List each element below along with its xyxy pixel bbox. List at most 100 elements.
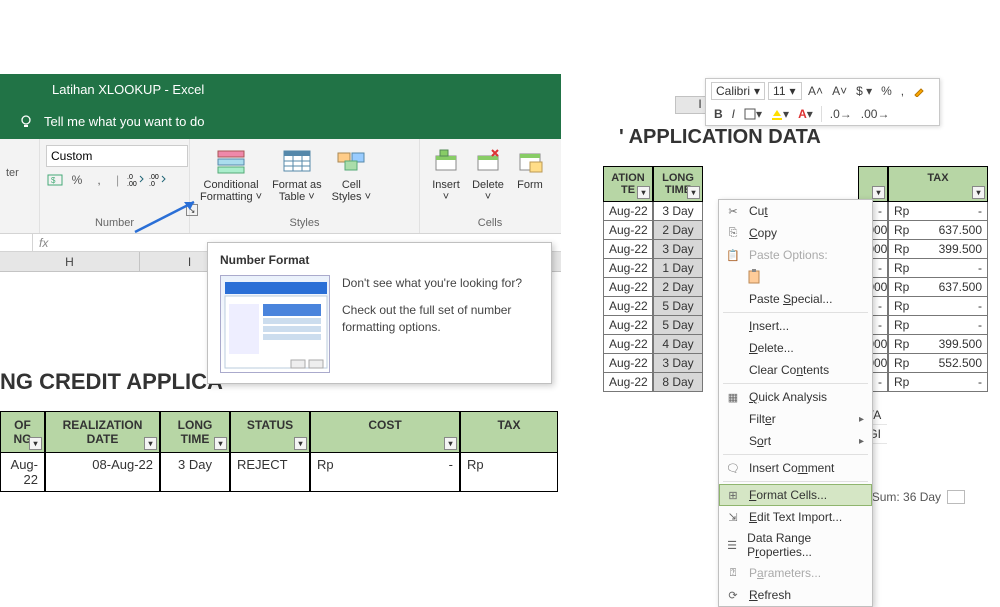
ctx-cut[interactable]: ✂Cut — [719, 200, 872, 222]
cell-long[interactable]: 4 Day — [653, 335, 703, 354]
delete-cells-button[interactable]: Delete˅ — [468, 143, 508, 205]
mini-font-color-icon[interactable]: A▾ — [795, 106, 816, 122]
ctx-paste-special[interactable]: Paste Special... — [719, 288, 872, 310]
increase-decimal-icon[interactable]: .0.00 — [127, 171, 145, 189]
tell-me-bar[interactable]: Tell me what you want to do — [0, 104, 561, 139]
cell-tax[interactable]: Rp- — [888, 373, 988, 392]
ctx-insert[interactable]: Insert... — [719, 315, 872, 337]
th-tax: TAX — [460, 411, 558, 453]
cell-date[interactable]: Aug-22 — [603, 373, 653, 392]
mini-dec-decrease-icon[interactable]: .00→ — [858, 106, 893, 122]
mini-italic-icon[interactable]: I — [729, 106, 738, 122]
ctx-delete[interactable]: Delete... — [719, 337, 872, 359]
cell-date[interactable]: Aug-22 — [603, 202, 653, 221]
ctx-sort[interactable]: Sort▸ — [719, 430, 872, 452]
ctx-data-range-props[interactable]: ☰Data Range Properties... — [719, 528, 872, 562]
cell-date[interactable]: Aug-22 — [603, 221, 653, 240]
mini-paintbrush-icon[interactable] — [910, 84, 928, 98]
cell-cost[interactable]: Rp- — [310, 453, 460, 492]
col-header-h[interactable]: H — [0, 252, 140, 271]
cell-date[interactable]: Aug-22 — [603, 335, 653, 354]
cell-tax[interactable]: Rp552.500 — [888, 354, 988, 373]
filter-icon[interactable]: ▾ — [294, 437, 307, 450]
cell-date[interactable]: Aug-22 — [603, 297, 653, 316]
cell-long[interactable]: 3 Day — [653, 354, 703, 373]
conditional-formatting-button[interactable]: Conditional Formatting ˅ — [196, 143, 266, 205]
cell-status[interactable]: REJECT — [230, 453, 310, 492]
cell-tax[interactable]: Rp — [460, 453, 558, 492]
mini-bold-icon[interactable]: B — [711, 106, 726, 122]
filter-icon[interactable]: ▾ — [444, 437, 457, 450]
supertip-preview-image — [220, 275, 330, 373]
cell-tax[interactable]: Rp399.500 — [888, 335, 988, 354]
cell-long[interactable]: 2 Day — [653, 221, 703, 240]
filter-icon[interactable]: ▾ — [872, 186, 885, 199]
mini-grow-font-icon[interactable]: A˄ — [805, 83, 826, 99]
mini-currency-icon[interactable]: $ ▾ — [853, 83, 875, 99]
insert-cells-button[interactable]: Insert˅ — [426, 143, 466, 205]
ctx-paste-btn[interactable] — [719, 266, 872, 288]
ctx-quick-analysis[interactable]: ▦Quick Analysis — [719, 386, 872, 408]
cell-tax[interactable]: Rp- — [888, 259, 988, 278]
cell-date[interactable]: Aug-22 — [603, 316, 653, 335]
table-row[interactable]: Aug-22 08-Aug-22 3 Day REJECT Rp- Rp — [0, 453, 560, 492]
cell-realization[interactable]: 08-Aug-22 — [45, 453, 160, 492]
cell-long[interactable]: 5 Day — [653, 316, 703, 335]
cell-long[interactable]: 3 Day — [160, 453, 230, 492]
cell-long[interactable]: 1 Day — [653, 259, 703, 278]
cell-date[interactable]: Aug-22 — [603, 240, 653, 259]
mini-fontsize-select[interactable]: 11 ▾ — [768, 82, 802, 100]
mini-fill-color-icon[interactable]: ▾ — [768, 106, 792, 122]
mini-shrink-font-icon[interactable]: A˅ — [829, 83, 850, 99]
cell-of-date[interactable]: Aug-22 — [0, 453, 45, 492]
filter-icon[interactable]: ▾ — [972, 186, 985, 199]
cell-long[interactable]: 3 Day — [653, 202, 703, 221]
formula-bar-fx-icon[interactable]: fx — [33, 236, 54, 250]
cell-tax[interactable]: Rp637.500 — [888, 278, 988, 297]
cell-date[interactable]: Aug-22 — [603, 278, 653, 297]
cell-date[interactable]: Aug-22 — [603, 259, 653, 278]
mini-border-icon[interactable]: ▾ — [741, 106, 765, 122]
ctx-refresh[interactable]: ⟳Refresh — [719, 584, 872, 606]
mini-dec-increase-icon[interactable]: .0→ — [827, 106, 855, 122]
clipboard-icon: 📋 — [725, 247, 741, 263]
format-cells-icon: ⊞ — [725, 487, 741, 503]
ctx-insert-comment[interactable]: 🗨Insert Comment — [719, 457, 872, 479]
comma-format-icon[interactable]: , — [90, 171, 108, 189]
cell-long[interactable]: 2 Day — [653, 278, 703, 297]
format-cells-button[interactable]: Form — [510, 143, 550, 193]
cell-tax[interactable]: Rp399.500 — [888, 240, 988, 259]
ctx-format-cells[interactable]: ⊞Format Cells... — [719, 484, 872, 506]
cell-tax[interactable]: Rp637.500 — [888, 221, 988, 240]
cell-long[interactable]: 5 Day — [653, 297, 703, 316]
mini-comma-icon[interactable]: , — [898, 83, 907, 99]
cell-styles-button[interactable]: Cell Styles ˅ — [328, 143, 375, 205]
refresh-icon: ⟳ — [725, 587, 741, 603]
format-as-table-button[interactable]: Format as Table ˅ — [268, 143, 326, 205]
mini-percent-icon[interactable]: % — [878, 83, 895, 99]
filter-icon[interactable]: ▾ — [29, 437, 42, 450]
ctx-filter[interactable]: Filter▸ — [719, 408, 872, 430]
mini-font-select[interactable]: Calibri ▾ — [711, 82, 765, 100]
svg-text:.00: .00 — [149, 174, 159, 181]
cell-tax[interactable]: Rp- — [888, 202, 988, 221]
percent-format-icon[interactable]: % — [68, 171, 86, 189]
ctx-edit-text-import[interactable]: ⇲Edit Text Import... — [719, 506, 872, 528]
th-realization: REALIZATION DATE▾ — [45, 411, 160, 453]
number-format-select[interactable] — [46, 145, 188, 167]
cell-tax[interactable]: Rp- — [888, 297, 988, 316]
comment-icon: 🗨 — [725, 460, 741, 476]
view-normal-icon[interactable] — [947, 490, 965, 504]
filter-icon[interactable]: ▾ — [687, 186, 700, 199]
ctx-copy[interactable]: ⎘Copy — [719, 222, 872, 244]
filter-icon[interactable]: ▾ — [144, 437, 157, 450]
filter-icon[interactable]: ▾ — [637, 186, 650, 199]
cell-long[interactable]: 3 Day — [653, 240, 703, 259]
cell-long[interactable]: 8 Day — [653, 373, 703, 392]
decrease-decimal-icon[interactable]: .00.0 — [149, 171, 167, 189]
ctx-clear[interactable]: Clear Contents — [719, 359, 872, 381]
cell-date[interactable]: Aug-22 — [603, 354, 653, 373]
accounting-format-icon[interactable]: $ — [46, 171, 64, 189]
cell-tax[interactable]: Rp- — [888, 316, 988, 335]
filter-icon[interactable]: ▾ — [214, 437, 227, 450]
